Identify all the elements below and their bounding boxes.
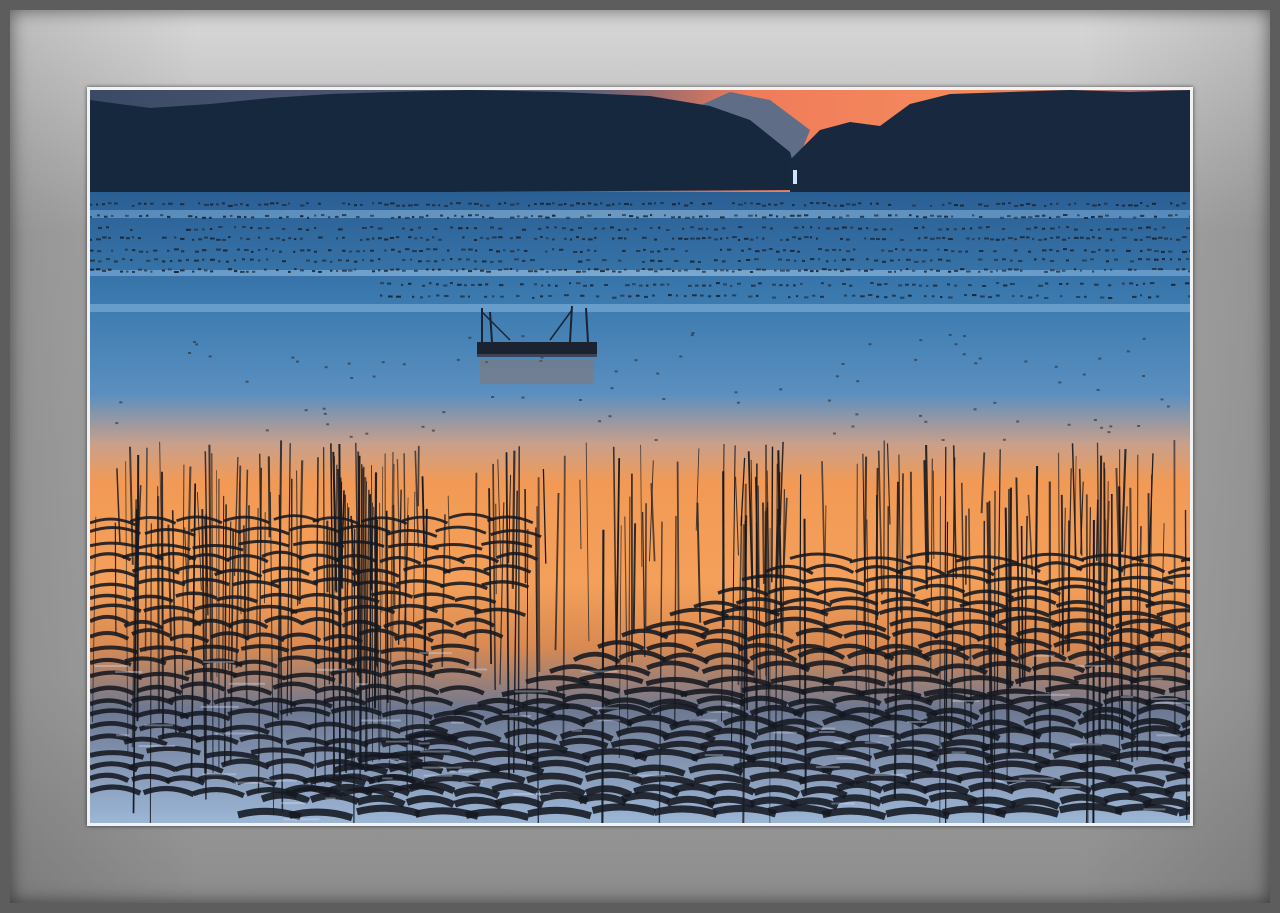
shore-light xyxy=(793,170,797,184)
photograph xyxy=(90,90,1190,823)
hills-left xyxy=(90,90,800,194)
outer-frame xyxy=(0,0,1280,913)
seaweed-farm-scene xyxy=(90,90,1190,823)
reflection-band-3 xyxy=(90,304,1190,312)
